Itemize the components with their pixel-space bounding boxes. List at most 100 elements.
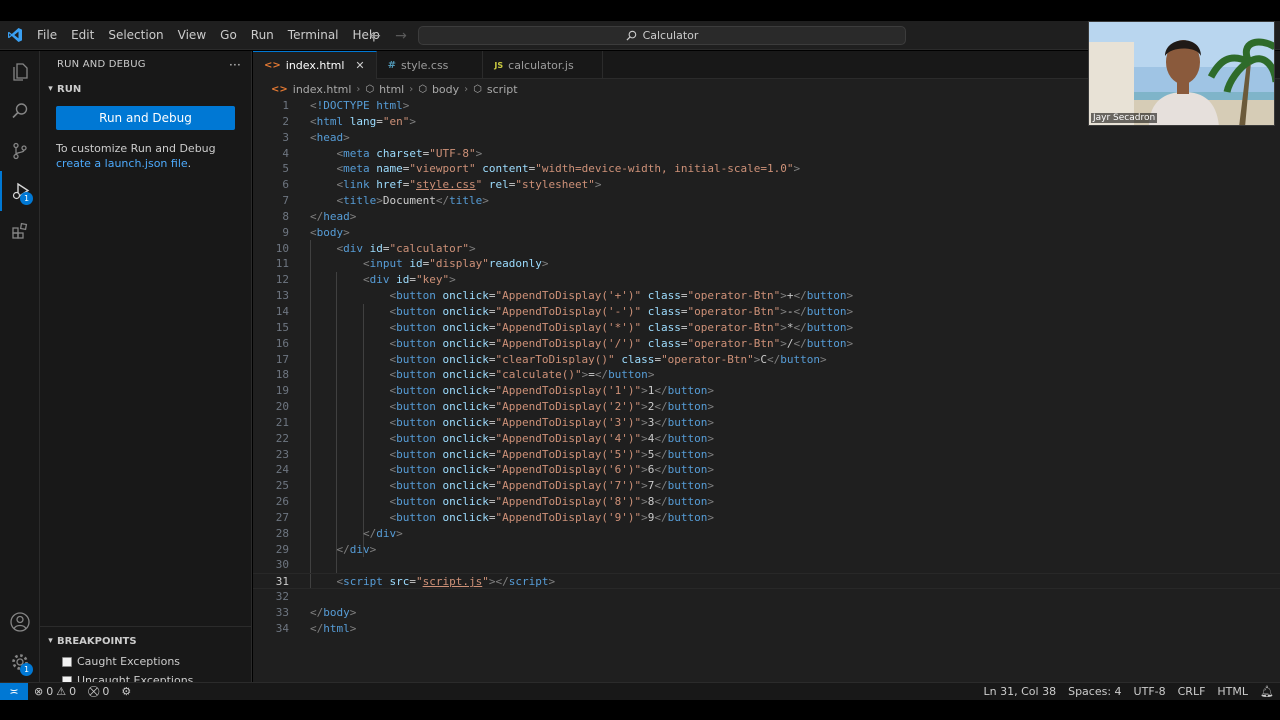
code-editor[interactable]: 1 <!DOCTYPE html> 2 <html lang="en"> 3 <head>… xyxy=(253,98,1280,637)
html-file-icon: <> xyxy=(271,83,288,95)
line-source: <button onclick="AppendToDisplay('7')">7… xyxy=(389,479,715,493)
back-arrow-icon[interactable]: ← xyxy=(366,28,384,44)
remote-indicator-icon[interactable]: ≍ xyxy=(0,682,28,701)
line-number: 7 xyxy=(282,194,289,208)
line-number: 8 xyxy=(282,209,289,223)
breadcrumb-html[interactable]: html xyxy=(379,83,404,96)
code-line: 25 <button onclick="AppendToDisplay('7')… xyxy=(253,478,1280,494)
line-source: <title>Document</title> xyxy=(336,194,489,208)
webcam-video-feed xyxy=(1089,22,1274,125)
hint-text: To customize Run and Debug xyxy=(56,142,216,155)
line-source: <button onclick="clearToDisplay()" class… xyxy=(389,352,827,366)
explorer-icon[interactable] xyxy=(0,51,40,91)
search-sidebar-icon[interactable] xyxy=(0,91,40,131)
error-icon: ⊗ xyxy=(34,685,44,698)
chevron-down-icon: ▾ xyxy=(48,84,53,94)
breadcrumb-script[interactable]: script xyxy=(487,83,518,96)
indentation[interactable]: Spaces: 4 xyxy=(1062,685,1127,698)
search-icon xyxy=(626,30,636,41)
run-and-debug-button[interactable]: Run and Debug xyxy=(56,106,235,130)
debug-launch-icon[interactable]: ⚙ xyxy=(115,685,137,698)
line-source: <script src="script.js"></script> xyxy=(336,575,556,589)
code-line: 8 </head> xyxy=(253,209,1280,225)
tab-style-css[interactable]: # style.css xyxy=(377,51,484,79)
line-source: <head> xyxy=(310,130,350,144)
letterbox-top xyxy=(0,0,1280,21)
line-number: 16 xyxy=(275,336,289,350)
problems-indicator[interactable]: ⊗ 0 ⚠ 0 xyxy=(28,685,82,698)
command-center[interactable]: Calculator xyxy=(418,26,906,45)
html-file-icon: <> xyxy=(264,60,281,71)
breadcrumb-file[interactable]: index.html xyxy=(293,83,352,96)
code-line: 14 <button onclick="AppendToDisplay('-')… xyxy=(253,304,1280,320)
line-number: 11 xyxy=(275,257,289,271)
close-icon[interactable]: ✕ xyxy=(355,59,364,72)
create-launch-json-link[interactable]: create a launch.json file xyxy=(56,157,188,170)
run-section-header[interactable]: ▾ RUN xyxy=(40,78,251,100)
code-line: 30 xyxy=(253,557,1280,573)
ports-indicator[interactable]: ⛒ 0 xyxy=(82,685,115,699)
forward-arrow-icon[interactable]: → xyxy=(392,28,410,44)
line-number: 25 xyxy=(275,479,289,493)
code-line: 31 <script src="script.js"></script> xyxy=(253,573,1280,590)
line-source: <meta charset="UTF-8"> xyxy=(336,146,483,160)
tab-index-html[interactable]: <> index.html ✕ xyxy=(253,51,377,79)
line-source: <html lang="en"> xyxy=(310,114,416,128)
notifications-bell-icon[interactable]: 🔔︎ xyxy=(1254,685,1280,698)
tab-label: style.css xyxy=(401,58,449,72)
code-line: 11 <input id="display"readonly> xyxy=(253,256,1280,272)
breakpoints-section-header[interactable]: ▾ BREAKPOINTS xyxy=(40,630,252,652)
line-source: <button onclick="AppendToDisplay('-')" c… xyxy=(389,304,854,318)
code-line: 17 <button onclick="clearToDisplay()" cl… xyxy=(253,352,1280,368)
breakpoint-caught-exceptions[interactable]: Caught Exceptions xyxy=(40,652,252,671)
menu-selection[interactable]: Selection xyxy=(101,21,170,50)
code-line: 32 xyxy=(253,589,1280,605)
language-mode[interactable]: HTML xyxy=(1211,685,1254,698)
code-line: 7 <title>Document</title> xyxy=(253,193,1280,209)
webcam-overlay: Jayr Secadron xyxy=(1088,21,1275,126)
code-line: 13 <button onclick="AppendToDisplay('+')… xyxy=(253,288,1280,304)
menu-run[interactable]: Run xyxy=(244,21,281,50)
js-file-icon: JS xyxy=(494,60,504,70)
element-symbol-icon: ⬡ xyxy=(365,83,375,95)
more-actions-icon[interactable]: ··· xyxy=(229,58,241,72)
line-endings[interactable]: CRLF xyxy=(1172,685,1212,698)
code-line: 23 <button onclick="AppendToDisplay('5')… xyxy=(253,447,1280,463)
command-center-label: Calculator xyxy=(642,29,699,42)
menu-view[interactable]: View xyxy=(171,21,213,50)
code-line: 21 <button onclick="AppendToDisplay('3')… xyxy=(253,415,1280,431)
run-debug-icon[interactable]: 1 xyxy=(0,171,40,211)
line-source: <button onclick="AppendToDisplay('4')">4… xyxy=(389,431,715,445)
code-line: 33 </body> xyxy=(253,605,1280,621)
code-line: 10 <div id="calculator"> xyxy=(253,241,1280,257)
line-number: 28 xyxy=(275,526,289,540)
line-source: </div> xyxy=(336,542,377,556)
code-line: 15 <button onclick="AppendToDisplay('*')… xyxy=(253,320,1280,336)
line-number: 24 xyxy=(275,463,289,477)
tab-calculator-js[interactable]: JS calculator.js xyxy=(483,51,603,79)
settings-badge: 1 xyxy=(20,663,33,676)
menu-terminal[interactable]: Terminal xyxy=(281,21,346,50)
menu-file[interactable]: File xyxy=(30,21,64,50)
chevron-down-icon: ▾ xyxy=(48,636,53,646)
vscode-logo-icon xyxy=(0,21,30,50)
menu-edit[interactable]: Edit xyxy=(64,21,101,50)
extensions-icon[interactable] xyxy=(0,211,40,251)
caught-exceptions-checkbox[interactable] xyxy=(62,656,72,667)
menu-go[interactable]: Go xyxy=(213,21,244,50)
code-line: 28 </div> xyxy=(253,526,1280,542)
hint-end: . xyxy=(187,157,192,170)
settings-gear-icon[interactable]: 1 xyxy=(0,642,40,682)
line-number: 17 xyxy=(275,352,289,366)
cursor-position[interactable]: Ln 31, Col 38 xyxy=(978,685,1063,698)
breakpoint-label: Caught Exceptions xyxy=(77,655,181,668)
code-line: 27 <button onclick="AppendToDisplay('9')… xyxy=(253,510,1280,526)
code-line: 3 <head> xyxy=(253,130,1280,146)
source-control-icon[interactable] xyxy=(0,131,40,171)
line-number: 19 xyxy=(275,384,289,398)
chevron-right-icon: › xyxy=(356,83,361,95)
accounts-icon[interactable] xyxy=(0,602,40,642)
line-source: <div id="calculator"> xyxy=(336,241,476,255)
breadcrumb-body[interactable]: body xyxy=(432,83,459,96)
encoding[interactable]: UTF-8 xyxy=(1128,685,1172,698)
